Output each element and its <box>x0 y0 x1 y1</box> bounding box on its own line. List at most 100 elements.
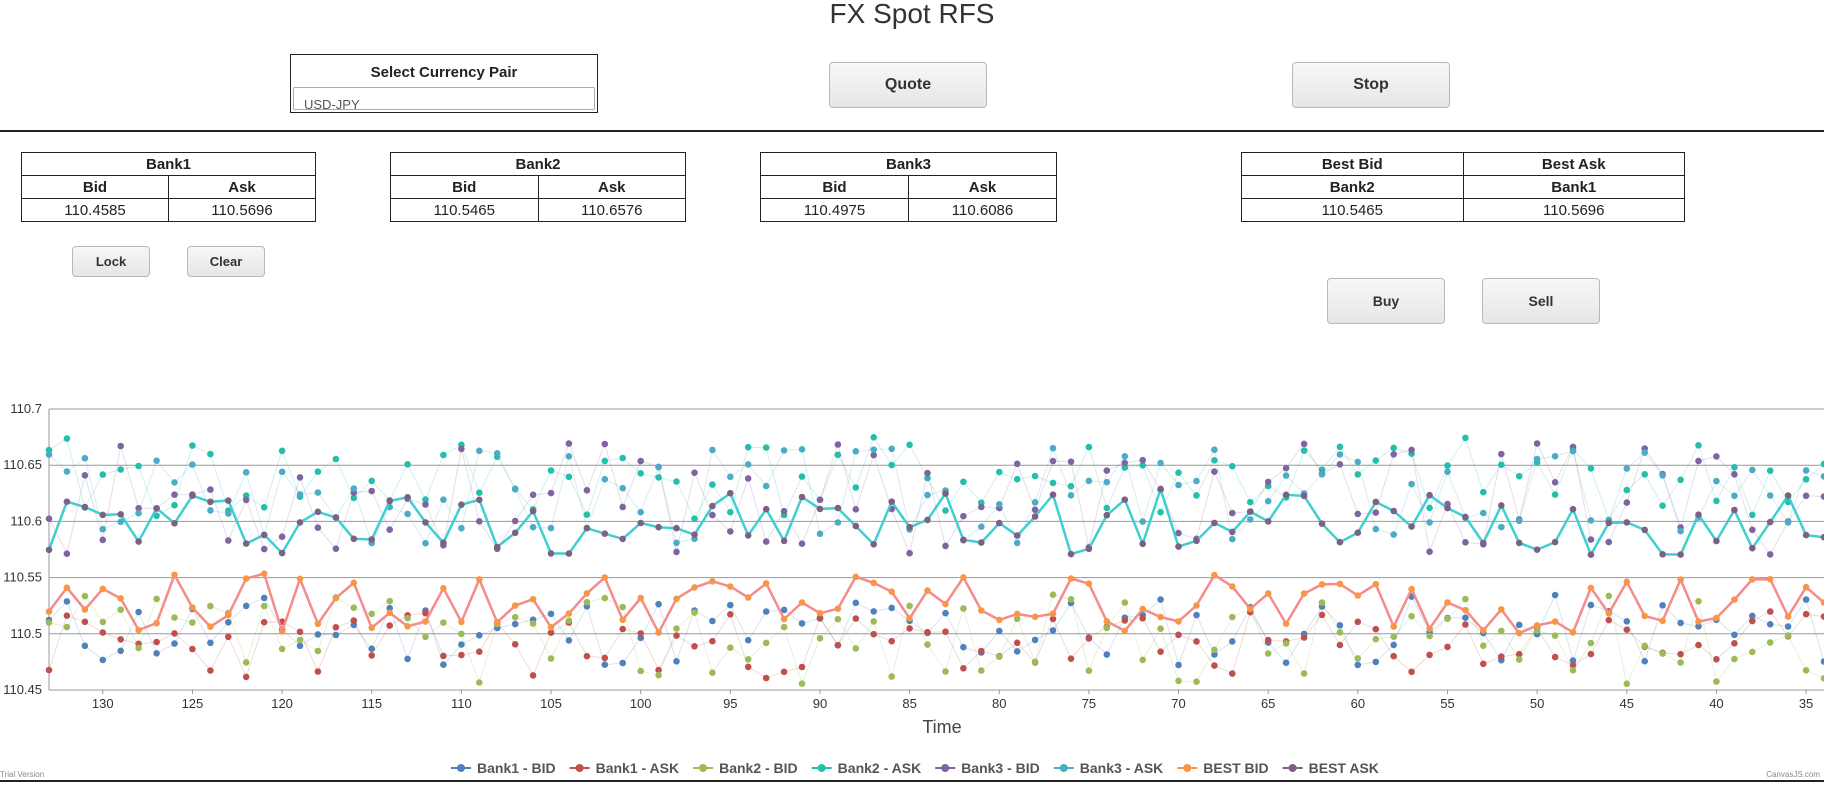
data-point <box>404 494 411 501</box>
data-point <box>1067 655 1075 662</box>
data-point <box>619 603 626 611</box>
buy-button[interactable]: Buy <box>1327 278 1445 324</box>
data-point <box>1766 467 1774 474</box>
plot-area <box>45 434 1824 688</box>
data-point <box>117 636 124 643</box>
data-point <box>332 594 340 602</box>
chart-legend: Bank1 - BID Bank1 - ASK Bank2 - BID Bank2 -… <box>451 760 1379 776</box>
data-point <box>260 594 268 602</box>
data-point <box>1731 506 1738 514</box>
data-point <box>278 533 286 540</box>
data-point <box>727 601 734 609</box>
data-point <box>242 540 250 547</box>
data-point <box>960 536 967 544</box>
data-point <box>834 605 842 612</box>
data-point <box>1408 523 1415 530</box>
bid-value: 110.4585 <box>21 198 169 222</box>
data-point <box>1480 509 1487 517</box>
data-point <box>655 523 662 531</box>
data-point <box>601 530 609 537</box>
data-point <box>1300 634 1308 641</box>
currency-pair-label: Select Currency Pair <box>370 64 518 81</box>
data-point <box>81 472 89 479</box>
data-point <box>727 508 734 516</box>
data-point <box>117 442 124 450</box>
data-point <box>673 524 680 532</box>
data-point <box>978 503 985 511</box>
data-point <box>1193 477 1200 485</box>
data-point <box>63 612 71 619</box>
data-point <box>942 628 949 635</box>
data-point <box>1659 650 1666 657</box>
data-point <box>780 537 788 545</box>
data-point <box>314 620 322 628</box>
data-point <box>547 524 555 532</box>
data-point <box>1462 434 1469 442</box>
data-point <box>601 654 609 662</box>
data-point <box>1193 638 1200 645</box>
data-point <box>1067 596 1075 603</box>
data-point <box>1318 520 1326 527</box>
data-point <box>63 435 71 442</box>
data-point <box>709 669 716 676</box>
data-point <box>888 498 895 505</box>
data-point <box>727 583 734 590</box>
data-point <box>1408 480 1415 488</box>
data-point <box>888 445 895 453</box>
data-point <box>1426 491 1433 499</box>
data-point <box>1390 444 1397 452</box>
data-point <box>1426 632 1433 640</box>
data-point <box>1139 615 1146 622</box>
data-point <box>1139 540 1146 548</box>
lock-button[interactable]: Lock <box>72 246 150 277</box>
x-tick-label: 120 <box>271 696 293 711</box>
data-point <box>1336 451 1344 458</box>
data-point <box>673 548 680 556</box>
data-point <box>691 584 698 591</box>
currency-pair-select[interactable]: USD-JPY ▼ <box>293 87 595 110</box>
clear-button[interactable]: Clear <box>187 246 265 277</box>
data-point <box>1121 617 1129 624</box>
data-point <box>547 655 555 662</box>
data-point <box>870 446 877 453</box>
data-point <box>1677 659 1684 666</box>
data-point <box>386 622 394 629</box>
data-point <box>1372 525 1380 533</box>
data-point <box>1139 456 1146 464</box>
data-point <box>386 609 394 617</box>
data-point <box>655 600 662 608</box>
data-point <box>1784 492 1792 499</box>
data-point <box>1103 618 1111 625</box>
data-point <box>171 640 178 647</box>
data-point <box>852 448 860 455</box>
data-point <box>1247 498 1254 506</box>
data-point <box>1121 627 1129 635</box>
quote-button[interactable]: Quote <box>829 62 987 108</box>
data-point <box>1731 492 1738 500</box>
data-point <box>1264 478 1272 486</box>
x-tick-label: 130 <box>92 696 114 711</box>
data-point <box>637 457 644 465</box>
data-point <box>153 650 160 657</box>
data-point <box>798 493 806 501</box>
data-point <box>1695 641 1702 649</box>
data-point <box>368 536 376 543</box>
data-point <box>422 618 429 625</box>
data-point <box>493 450 501 457</box>
stop-button[interactable]: Stop <box>1292 62 1450 108</box>
data-point <box>1498 502 1505 509</box>
data-point <box>314 489 322 496</box>
data-point <box>1623 486 1631 494</box>
data-point <box>171 520 178 527</box>
data-point <box>942 490 949 497</box>
data-point <box>296 628 304 636</box>
data-point <box>1444 643 1451 651</box>
data-point <box>440 496 447 503</box>
data-point <box>296 575 304 583</box>
data-point <box>1031 499 1039 506</box>
data-point <box>942 668 949 675</box>
data-point <box>1802 667 1810 674</box>
data-point <box>225 497 232 504</box>
data-point <box>135 608 142 616</box>
sell-button[interactable]: Sell <box>1482 278 1600 324</box>
